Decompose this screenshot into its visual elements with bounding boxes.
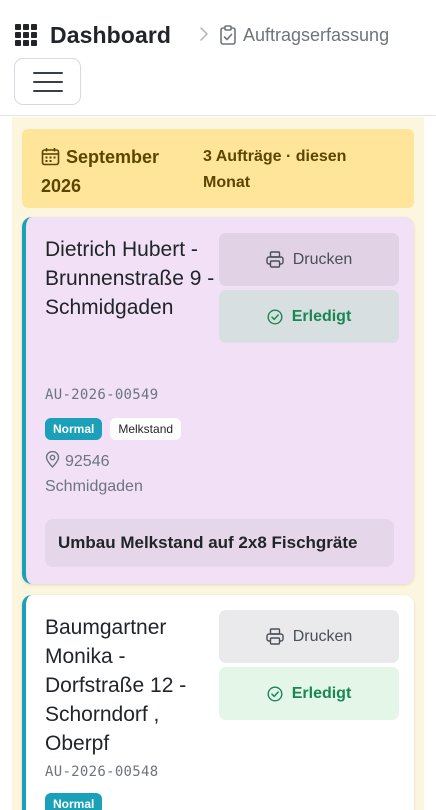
breadcrumb[interactable]: Auftragserfassung [219, 22, 389, 48]
chevron-right-icon [200, 27, 208, 41]
mark-done-button[interactable]: Erledigt [219, 290, 399, 343]
order-badges: Normal [45, 793, 103, 810]
order-title[interactable]: Baumgartner Monika - Dorfstraße 12 - Sch… [45, 613, 215, 758]
check-circle-icon [267, 308, 283, 325]
check-circle-icon [267, 685, 283, 702]
postal-code: 92546 [65, 453, 110, 470]
print-button-label: Drucken [292, 250, 353, 268]
order-card[interactable]: Baumgartner Monika - Dorfstraße 12 - Sch… [22, 595, 414, 810]
map-pin-icon [45, 451, 60, 468]
page-title: Dashboard [50, 21, 172, 48]
print-button[interactable]: Drucken [219, 610, 399, 663]
mark-done-label: Erledigt [291, 307, 352, 325]
print-button[interactable]: Drucken [219, 233, 399, 286]
order-count: 3 Aufträge · diesen Monat [203, 148, 347, 191]
mark-done-label: Erledigt [291, 684, 352, 702]
month-title: September 2026 [41, 143, 191, 201]
print-button-label: Drucken [292, 627, 353, 645]
order-card[interactable]: Dietrich Hubert - Brunnenstraße 9 - Schm… [22, 217, 414, 584]
order-number: AU-2026-00548 [45, 764, 159, 780]
calendar-icon [41, 148, 60, 166]
order-title[interactable]: Dietrich Hubert - Brunnenstraße 9 - Schm… [45, 235, 215, 322]
menu-icon [32, 71, 63, 74]
city: Schmidgaden [45, 478, 143, 495]
priority-badge: Normal [45, 418, 103, 440]
printer-icon [266, 628, 284, 645]
month-banner: September 2026 3 Aufträge · diesen Monat [22, 129, 414, 208]
brand-link[interactable]: Dashboard [15, 20, 171, 50]
category-badge: Melkstand [110, 418, 182, 440]
top-navbar: Dashboard Auftragserfassung [0, 0, 436, 116]
order-description: Umbau Melkstand auf 2x8 Fischgräte [45, 519, 394, 567]
month-name: September [66, 147, 160, 167]
grid-icon [15, 24, 37, 46]
clipboard-check-icon [220, 25, 236, 45]
mark-done-button[interactable]: Erledigt [219, 667, 399, 720]
month-year: 2026 [41, 176, 82, 196]
order-badges: Normal Melkstand [45, 418, 182, 440]
printer-icon [266, 251, 284, 268]
order-location: 92546 Schmidgaden [45, 449, 205, 499]
breadcrumb-label: Auftragserfassung [243, 24, 390, 45]
menu-toggle-button[interactable] [14, 58, 81, 105]
order-number: AU-2026-00549 [45, 387, 159, 403]
priority-badge: Normal [45, 793, 103, 810]
